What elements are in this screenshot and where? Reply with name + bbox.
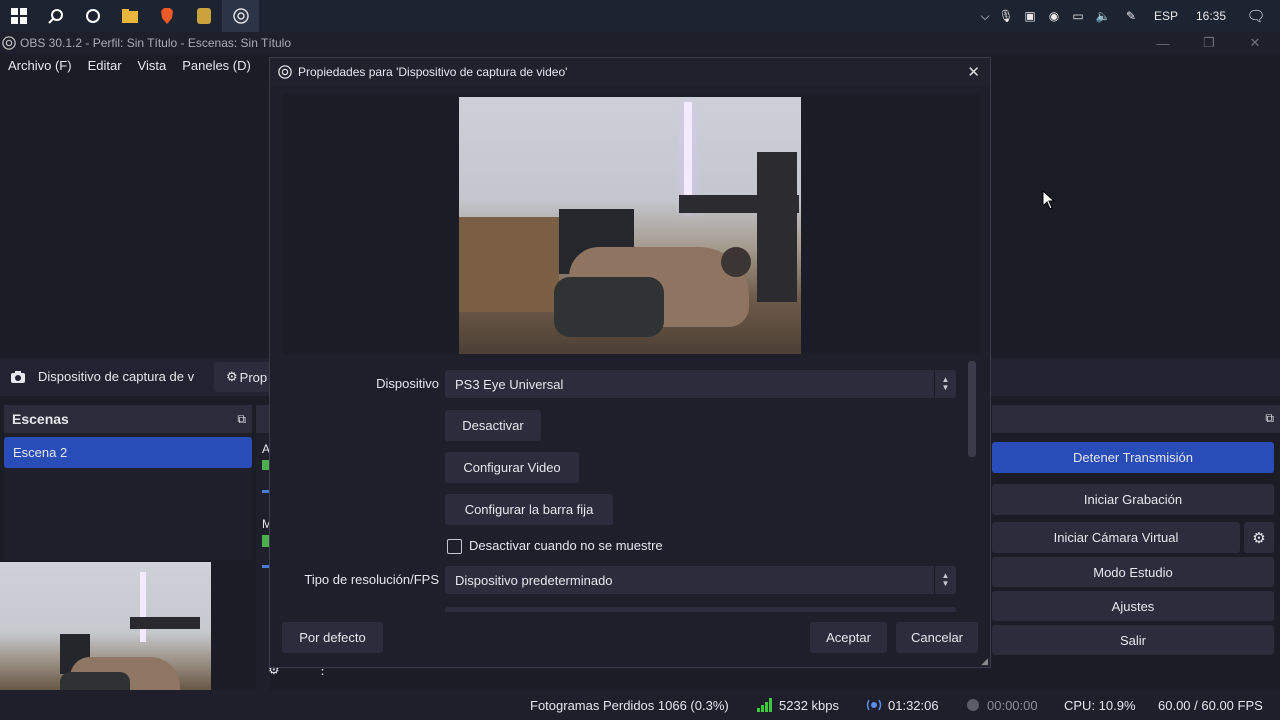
camera-icon <box>11 370 25 388</box>
notification-icon[interactable]: 🗨 <box>1236 7 1276 25</box>
resolution-value: Dispositivo predeterminado <box>455 572 613 588</box>
scenes-dock-title: Escenas ⧉ <box>4 405 252 433</box>
settings-button[interactable]: Ajustes <box>992 591 1274 621</box>
scene-item[interactable]: Escena 2 <box>4 437 252 468</box>
clock[interactable]: 16:35 <box>1186 9 1236 23</box>
device-label: Dispositivo <box>376 376 439 391</box>
exit-button[interactable]: Salir <box>992 625 1274 655</box>
network-icon[interactable]: ▭ <box>1066 9 1090 23</box>
deactivate-button[interactable]: Desactivar <box>445 410 541 441</box>
mouse-cursor-icon <box>1042 189 1056 215</box>
obs-logo-icon <box>278 65 298 79</box>
next-field-edge <box>445 607 956 612</box>
fps-readout: 60.00 / 60.00 FPS <box>1158 697 1263 713</box>
obs-icon[interactable] <box>222 0 259 32</box>
cpu-usage: CPU: 10.9% <box>1064 697 1136 713</box>
chevron-up-icon[interactable]: ⌵ <box>976 9 994 24</box>
resolution-label: Tipo de resolución/FPS <box>304 572 439 587</box>
accept-button[interactable]: Aceptar <box>810 622 887 653</box>
undock-icon[interactable]: ⧉ <box>237 412 246 427</box>
configure-crossbar-button[interactable]: Configurar la barra fija <box>445 494 613 525</box>
scenes-dock: Escenas ⧉ Escena 2 <box>4 405 252 560</box>
stream-time: 01:32:06 <box>888 697 939 713</box>
status-bar: Fotogramas Perdidos 1066 (0.3%) 5232 kbp… <box>0 690 1280 720</box>
file-explorer-icon[interactable] <box>111 0 148 32</box>
search-icon[interactable] <box>37 0 74 32</box>
menu-editar[interactable]: Editar <box>80 58 130 73</box>
app-icon[interactable] <box>185 0 222 32</box>
window-title: OBS 30.1.2 - Perfil: Sin Título - Escena… <box>20 36 292 50</box>
configure-video-button[interactable]: Configurar Video <box>445 452 579 483</box>
close-icon[interactable]: ✕ <box>967 63 980 81</box>
start-recording-button[interactable]: Iniciar Grabación <box>992 484 1274 515</box>
microphone-icon[interactable]: 🎙 <box>994 9 1018 23</box>
minimize-icon[interactable]: — <box>1140 32 1186 54</box>
signal-icon <box>757 690 773 720</box>
webcam-icon[interactable]: ◉ <box>1042 9 1066 23</box>
camera-preview-image <box>459 97 801 354</box>
resolution-select[interactable]: Dispositivo predeterminado ▲ ▼ <box>445 566 956 594</box>
virtual-camera-settings-icon[interactable]: ⚙ <box>1244 522 1274 553</box>
properties-label: Prop <box>239 369 268 385</box>
system-tray: ⌵ 🎙 ▣ ◉ ▭ 🔈 ✎ ESP 16:35 🗨 <box>976 0 1276 32</box>
dialog-preview <box>282 94 980 354</box>
stop-stream-button[interactable]: Detener Transmisión <box>992 442 1274 473</box>
pen-icon[interactable]: ✎ <box>1116 9 1146 23</box>
defaults-button[interactable]: Por defecto <box>282 622 383 653</box>
brave-browser-icon[interactable] <box>148 0 185 32</box>
dropped-frames: Fotogramas Perdidos 1066 (0.3%) <box>530 697 729 713</box>
language-indicator[interactable]: ESP <box>1146 9 1186 23</box>
menu-paneles[interactable]: Paneles (D) <box>174 58 259 73</box>
menu-vista[interactable]: Vista <box>130 58 175 73</box>
deactivate-when-hidden-checkbox[interactable] <box>447 539 462 554</box>
resize-grip-icon[interactable]: ◢ <box>981 656 988 667</box>
scenes-title: Escenas <box>12 411 69 427</box>
obs-logo-icon <box>2 36 20 50</box>
recording-icon <box>966 690 980 720</box>
properties-dialog: Propiedades para 'Dispositivo de captura… <box>269 57 991 668</box>
undock-icon[interactable]: ⧉ <box>1265 411 1274 426</box>
mixer-dock: A M <box>256 405 272 690</box>
start-virtual-camera-button[interactable]: Iniciar Cámara Virtual <box>992 522 1240 553</box>
window-titlebar: OBS 30.1.2 - Perfil: Sin Título - Escena… <box>0 32 1280 54</box>
record-time: 00:00:00 <box>987 697 1038 713</box>
chevron-updown-icon: ▲ ▼ <box>934 370 956 398</box>
gear-icon: ⚙ <box>226 369 238 384</box>
deactivate-when-hidden-label[interactable]: Desactivar cuando no se muestre <box>469 538 663 553</box>
chevron-updown-icon: ▲ ▼ <box>934 566 956 594</box>
windows-start-icon[interactable] <box>0 0 37 32</box>
cortana-icon[interactable] <box>74 0 111 32</box>
volume-icon[interactable]: 🔈 <box>1090 9 1116 23</box>
dialog-titlebar: Propiedades para 'Dispositivo de captura… <box>270 58 990 86</box>
close-window-icon[interactable]: ✕ <box>1232 32 1278 54</box>
maximize-icon[interactable]: ❐ <box>1186 32 1232 54</box>
bitrate: 5232 kbps <box>779 697 839 713</box>
cancel-button[interactable]: Cancelar <box>896 622 978 653</box>
studio-mode-button[interactable]: Modo Estudio <box>992 557 1274 587</box>
scrollbar[interactable] <box>968 361 976 457</box>
streaming-icon <box>866 690 882 720</box>
device-value: PS3 Eye Universal <box>455 376 564 392</box>
source-name: Dispositivo de captura de v <box>38 369 195 384</box>
menu-archivo[interactable]: Archivo (F) <box>0 58 80 73</box>
screen-capture-icon[interactable]: ▣ <box>1018 9 1042 23</box>
controls-dock-header: ⧉ <box>992 405 1280 433</box>
device-select[interactable]: PS3 Eye Universal ▲ ▼ <box>445 370 956 398</box>
dialog-title: Propiedades para 'Dispositivo de captura… <box>298 65 568 79</box>
properties-button[interactable]: ⚙ Prop <box>214 362 274 392</box>
